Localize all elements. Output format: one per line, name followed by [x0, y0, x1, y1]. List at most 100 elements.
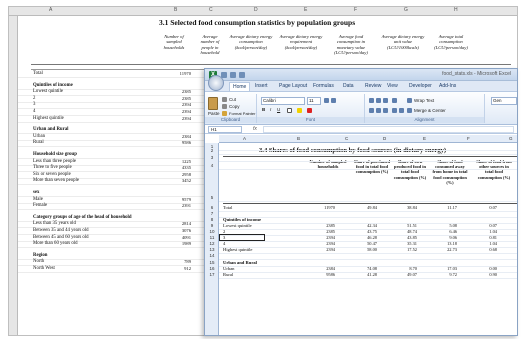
cell-value[interactable]: 0.90	[473, 272, 497, 277]
cell-value[interactable]: 2385	[311, 223, 335, 228]
row-number[interactable]: 9	[205, 223, 219, 228]
row-number[interactable]: 8	[205, 217, 219, 222]
tab-page-layout[interactable]: Page Layout	[279, 83, 307, 89]
fx-icon[interactable]: fx	[253, 126, 257, 132]
column-letter[interactable]: G	[509, 136, 513, 141]
merge-center-icon[interactable]	[407, 108, 412, 113]
wrap-text-button[interactable]: Wrap Text	[414, 98, 434, 103]
bold-icon[interactable]: B	[262, 107, 265, 112]
column-letter[interactable]: D	[383, 136, 386, 141]
orientation-icon[interactable]	[392, 98, 397, 103]
align-left-icon[interactable]	[369, 108, 374, 113]
worksheet-grid[interactable]: ABCDEFG 3.4 Shares of food consumption b…	[205, 135, 517, 335]
column-letter[interactable]: G	[404, 7, 408, 13]
row-number[interactable]: 4	[205, 163, 219, 168]
tab-review[interactable]: Review	[365, 83, 381, 89]
undo-icon[interactable]	[230, 72, 236, 78]
row-number[interactable]: 7	[205, 211, 219, 216]
tab-add-ins[interactable]: Add-Ins	[439, 83, 456, 89]
cell-value[interactable]: 42.34	[353, 223, 377, 228]
tab-formulas[interactable]: Formulas	[313, 83, 334, 89]
cell-value[interactable]: 38.84	[393, 205, 417, 210]
cell-value[interactable]: 9.72	[433, 272, 457, 277]
redo-icon[interactable]	[239, 72, 245, 78]
cell-value[interactable]: 0.07	[473, 223, 497, 228]
cell-value[interactable]: 17.52	[393, 247, 417, 252]
column-letter[interactable]: F	[467, 136, 470, 141]
cell-value[interactable]: 11970	[311, 205, 335, 210]
font-size-select[interactable]: 11	[307, 97, 321, 105]
italic-icon[interactable]: I	[270, 107, 271, 112]
column-letter[interactable]: C	[345, 136, 348, 141]
column-letter[interactable]: C	[209, 7, 213, 13]
paste-button[interactable]: Paste	[208, 111, 220, 116]
row-number[interactable]: 12	[205, 241, 219, 246]
row-number[interactable]: 11	[205, 235, 219, 240]
cell-value[interactable]: 1.04	[473, 229, 497, 234]
column-letter[interactable]: F	[354, 7, 357, 13]
cut-button[interactable]: Cut	[229, 97, 236, 102]
cell-value[interactable]: 11.17	[433, 205, 457, 210]
row-number[interactable]: 3	[205, 155, 219, 160]
tab-developer[interactable]: Developer	[409, 83, 432, 89]
office-button[interactable]	[208, 75, 224, 91]
name-box[interactable]: H1	[208, 126, 242, 133]
cell-value[interactable]: 2394	[311, 235, 335, 240]
tab-data[interactable]: Data	[343, 83, 354, 89]
copy-button[interactable]: Copy	[229, 104, 240, 109]
formula-input[interactable]	[263, 126, 514, 133]
cell-value[interactable]: 46.28	[353, 235, 377, 240]
column-letter[interactable]: B	[297, 136, 300, 141]
cell-value[interactable]: 0.00	[473, 266, 497, 271]
merge-center-button[interactable]: Merge & Center	[414, 108, 446, 113]
tab-insert[interactable]: Insert	[255, 83, 268, 89]
row-number[interactable]: 6	[205, 205, 219, 210]
cell-value[interactable]: 0.07	[473, 205, 497, 210]
cell-value[interactable]: 2394	[311, 241, 335, 246]
fill-color-icon[interactable]	[297, 108, 302, 113]
align-bottom-icon[interactable]	[383, 98, 388, 103]
align-middle-icon[interactable]	[376, 98, 381, 103]
row-number[interactable]: 10	[205, 229, 219, 234]
align-top-icon[interactable]	[369, 98, 374, 103]
cut-icon[interactable]	[222, 97, 227, 102]
cell-value[interactable]: 9586	[311, 272, 335, 277]
row-number[interactable]: 16	[205, 266, 219, 271]
paste-icon[interactable]	[208, 97, 218, 110]
column-letter[interactable]: A	[49, 7, 52, 13]
font-color-icon[interactable]	[307, 108, 312, 113]
cell-value[interactable]: 2384	[311, 266, 335, 271]
column-letter[interactable]: E	[423, 136, 426, 141]
row-number[interactable]: 5	[205, 195, 219, 200]
format-painter-icon[interactable]	[222, 111, 227, 116]
cell-value[interactable]: 49.07	[393, 272, 417, 277]
cell-value[interactable]: 2394	[311, 247, 335, 252]
cell-value[interactable]: 74.08	[353, 266, 377, 271]
cell-value[interactable]: 48.74	[393, 229, 417, 234]
wrap-text-icon[interactable]	[407, 98, 412, 103]
shrink-font-icon[interactable]	[331, 98, 336, 103]
column-letter[interactable]: B	[174, 7, 177, 13]
cell-value[interactable]: 8.70	[393, 266, 417, 271]
column-letter[interactable]: H	[454, 7, 458, 13]
format-painter-button[interactable]: Format Painter	[229, 111, 255, 116]
cell-value[interactable]: 1.04	[473, 241, 497, 246]
cell-value[interactable]: 51.51	[393, 223, 417, 228]
cell-value[interactable]: 17.03	[433, 266, 457, 271]
column-letter[interactable]: E	[304, 7, 307, 13]
font-name-select[interactable]: Calibri	[261, 97, 305, 105]
row-number[interactable]: 15	[205, 260, 219, 265]
cell-value[interactable]: 43.75	[353, 229, 377, 234]
cell-value[interactable]: 0.81	[473, 235, 497, 240]
cell-value[interactable]: 13.18	[433, 241, 457, 246]
cell-value[interactable]: 0.68	[473, 247, 497, 252]
cell-value[interactable]: 58.00	[353, 247, 377, 252]
cell-value[interactable]: 50.47	[353, 241, 377, 246]
row-number[interactable]: 13	[205, 247, 219, 252]
increase-indent-icon[interactable]	[399, 108, 404, 113]
column-letter[interactable]: A	[243, 136, 246, 141]
underline-icon[interactable]: U	[277, 107, 280, 112]
row-number[interactable]: 2	[205, 148, 219, 153]
align-center-icon[interactable]	[376, 108, 381, 113]
selected-cell[interactable]	[219, 234, 265, 241]
